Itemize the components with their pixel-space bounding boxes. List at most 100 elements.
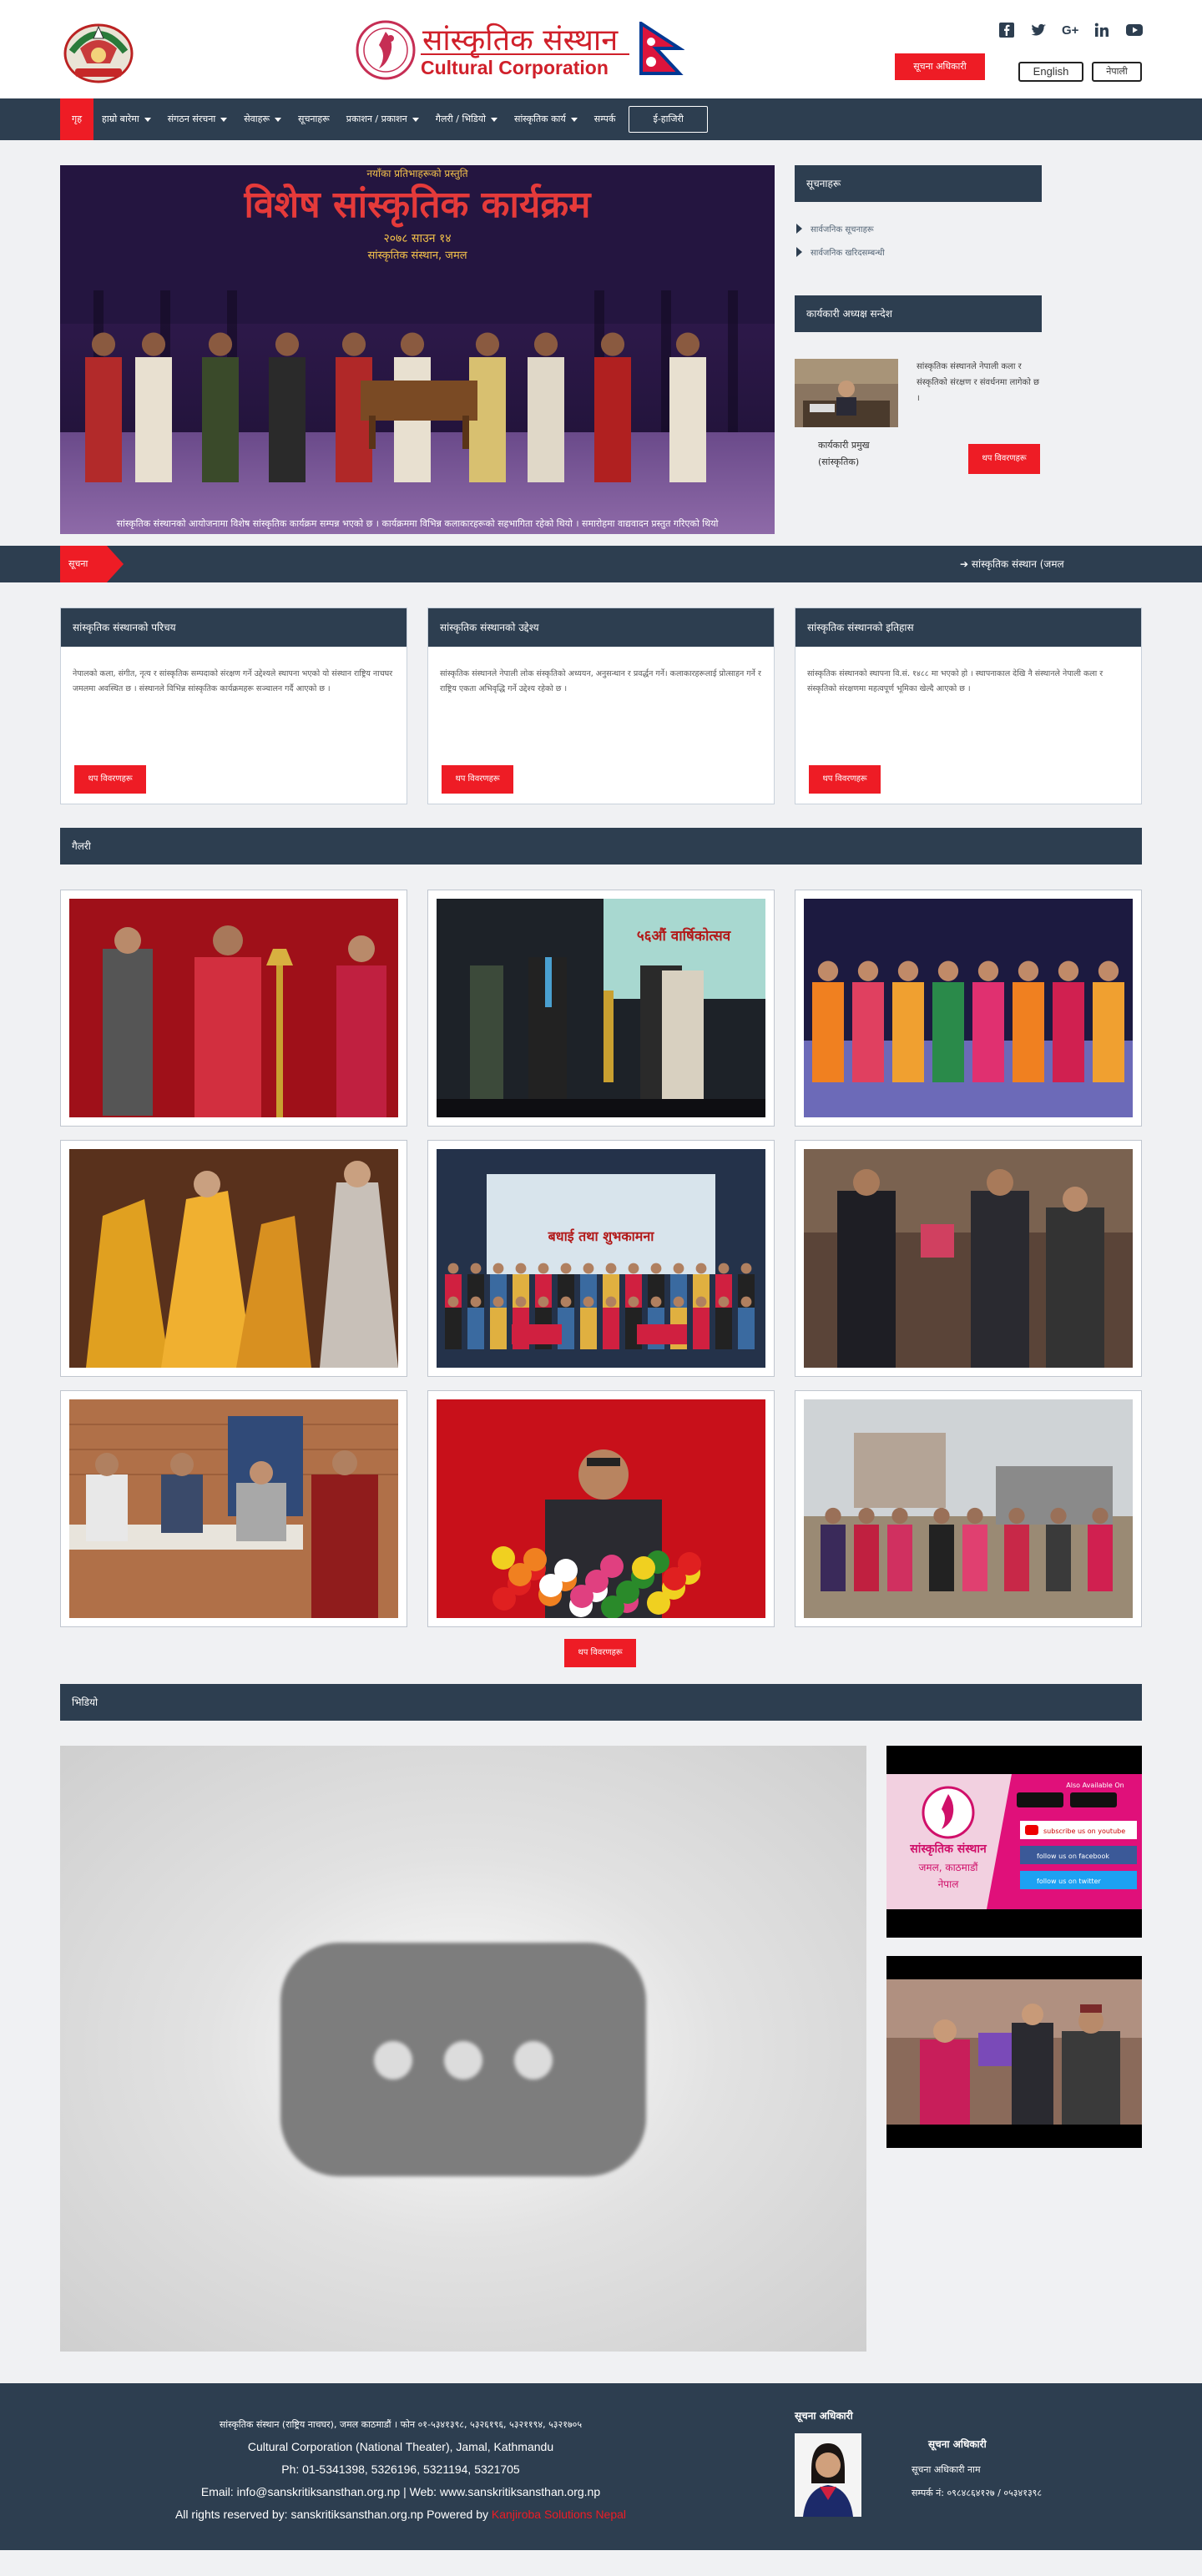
nav-item-publications[interactable]: प्रकाशन / प्रकाशन — [338, 98, 427, 140]
figure-shape — [932, 982, 964, 1082]
figure-shape — [972, 982, 1004, 1082]
nepal-emblem-logo[interactable] — [60, 15, 137, 85]
cultural-corporation-emblem-icon — [356, 20, 416, 80]
gallery-item[interactable]: ५६औं वार्षिकोत्सव — [427, 890, 775, 1127]
brand-logo[interactable]: सांस्कृतिक संस्थान Cultural Corporation — [354, 17, 696, 83]
facebook-icon[interactable] — [998, 22, 1015, 38]
figure-shape — [673, 1263, 684, 1274]
loading-dot — [444, 2041, 482, 2079]
gallery-item[interactable] — [795, 1140, 1142, 1377]
figure-shape — [91, 332, 116, 356]
photo-banner-text: ५६औं वार्षिकोत्सव — [637, 927, 732, 945]
hero-slider[interactable]: नयाँका प्रतिभाहरूको प्रस्तुति विशेष सांस… — [60, 165, 775, 534]
figure-shape — [583, 1263, 594, 1274]
gallery-item[interactable]: बधाई तथा शुभकामना — [427, 1140, 775, 1377]
hero-caption: सांस्कृतिक संस्थानको आयोजनामा विशेष सांस… — [116, 518, 719, 529]
figure-shape — [583, 1296, 594, 1308]
flower-shape — [492, 1546, 515, 1570]
figure-shape — [560, 1296, 572, 1308]
news-ticker: सूचना ➔ सांस्कृतिक संस्थान (जमल — [0, 546, 1202, 582]
gallery-read-more-button[interactable]: थप विवरणहरू — [564, 1639, 636, 1667]
promo-top-text: Also Available On — [1066, 1782, 1124, 1789]
hero-slide-image: नयाँका प्रतिभाहरूको प्रस्तुति विशेष सांस… — [60, 165, 775, 534]
intro-card: सांस्कृतिक संस्थानको परिचय नेपालको कला, … — [60, 607, 407, 804]
loading-dot — [514, 2041, 553, 2079]
gallery-item[interactable] — [795, 1390, 1142, 1627]
nav-item-cultural-work[interactable]: सांस्कृतिक कार्य — [506, 98, 586, 140]
gallery-photo — [804, 1399, 1133, 1618]
nav-item-gallery[interactable]: गैलरी / भिडियो — [427, 98, 506, 140]
figure-shape — [470, 1296, 482, 1308]
card-read-more-button[interactable]: थप विवरणहरू — [809, 765, 881, 794]
figure-shape — [594, 357, 631, 482]
figure-shape — [821, 1525, 846, 1591]
video-thumbnail-award[interactable] — [886, 1956, 1142, 2148]
nav-item-home[interactable]: गृह — [60, 98, 94, 140]
chief-read-more-button[interactable]: थप विवरणहरू — [968, 444, 1040, 474]
gallery-item[interactable] — [60, 1390, 407, 1627]
figure-shape — [740, 1296, 752, 1308]
site-footer: सांस्कृतिक संस्थान (राष्ट्रिय नाचघर), जम… — [0, 2383, 1202, 2550]
card-title: सांस्कृतिक संस्थानको इतिहास — [795, 608, 1141, 647]
svg-text:G+: G+ — [1062, 23, 1079, 38]
footer-line-name: Cultural Corporation (National Theater),… — [247, 2440, 554, 2453]
video-player[interactable] — [60, 1746, 866, 2352]
flower-shape — [539, 1574, 563, 1597]
promo-sub: जमल, काठमाडौं — [919, 1862, 979, 1873]
ticker-text[interactable]: ➔ सांस्कृतिक संस्थान (जमल — [960, 546, 1064, 582]
gallery-photo — [69, 899, 398, 1117]
promo-title: सांस्कृतिक संस्थान — [909, 1842, 987, 1857]
banner-date: २०७८ साउन १४ — [383, 232, 451, 245]
gallery-item[interactable] — [427, 1390, 775, 1627]
nav-label: संगठन संरचना — [167, 113, 216, 124]
figure-shape — [897, 960, 919, 981]
google-plus-icon[interactable]: G+ — [1062, 22, 1079, 38]
information-officer-button[interactable]: सूचना अधिकारी — [895, 53, 985, 80]
linkedin-icon[interactable] — [1093, 22, 1110, 38]
site-header: सांस्कृतिक संस्थान Cultural Corporation … — [0, 0, 1202, 98]
card-read-more-button[interactable]: थप विवरणहरू — [442, 765, 513, 794]
gallery-item[interactable] — [60, 1140, 407, 1377]
nav-item-notices[interactable]: सूचनाहरू — [290, 98, 338, 140]
nepali-language-button[interactable]: नेपाली — [1092, 62, 1142, 82]
figure-shape — [1018, 960, 1039, 981]
social-links: G+ — [998, 22, 1143, 38]
nav-item-services[interactable]: सेवाहरू — [235, 98, 290, 140]
nav-item-about[interactable]: हाम्रो बारेमा — [93, 98, 159, 140]
brand-name-english: Cultural Corporation — [421, 57, 609, 78]
developer-link[interactable]: Kanjiroba Solutions Nepal — [492, 2508, 626, 2521]
e-attendance-button[interactable]: ई-हाजिरी — [629, 106, 708, 133]
card-read-more-button[interactable]: थप विवरणहरू — [74, 765, 146, 794]
promo-facebook-text: follow us on facebook — [1037, 1853, 1109, 1860]
video-thumbnail-promo[interactable]: सांस्कृतिक संस्थान जमल, काठमाडौं नेपाल A… — [886, 1746, 1142, 1938]
english-language-button[interactable]: English — [1018, 62, 1083, 82]
gallery-item[interactable] — [60, 890, 407, 1127]
nav-item-contact[interactable]: सम्पर्क — [586, 98, 624, 140]
youtube-icon[interactable] — [1125, 22, 1143, 38]
figure-shape — [887, 1525, 912, 1591]
nav-item-organization[interactable]: संगठन संरचना — [159, 98, 236, 140]
nav-label: सांस्कृतिक कार्य — [514, 113, 566, 124]
chief-message-title: कार्यकारी अध्यक्ष सन्देश — [795, 295, 1042, 332]
figure-shape — [933, 1507, 950, 1525]
figure-shape — [515, 1263, 527, 1274]
figure-shape — [937, 960, 959, 981]
notice-link-procurement[interactable]: सार्वजनिक खरिदसम्बन्धी — [796, 240, 1042, 264]
twitter-icon[interactable] — [1030, 22, 1047, 38]
footer-line-email[interactable]: Email: info@sanskritiksansthan.org.np | … — [100, 2481, 701, 2503]
figure-shape — [1093, 982, 1124, 1082]
gallery-item[interactable] — [795, 890, 1142, 1127]
gallery-photo — [804, 1149, 1133, 1368]
figure-shape — [202, 357, 239, 482]
figure-shape — [740, 1263, 752, 1274]
figure-shape — [135, 357, 172, 482]
gallery-photo — [69, 1149, 398, 1368]
figure-shape — [962, 1525, 987, 1591]
caret-down-icon — [275, 117, 282, 122]
figure-shape — [515, 1296, 527, 1308]
figure-shape — [560, 1263, 572, 1274]
gallery-photo — [804, 899, 1133, 1117]
gallery-title: गैलरी — [60, 828, 1142, 865]
notice-link-public[interactable]: सार्वजनिक सूचनाहरू — [796, 217, 1042, 240]
figure-shape — [675, 332, 700, 356]
